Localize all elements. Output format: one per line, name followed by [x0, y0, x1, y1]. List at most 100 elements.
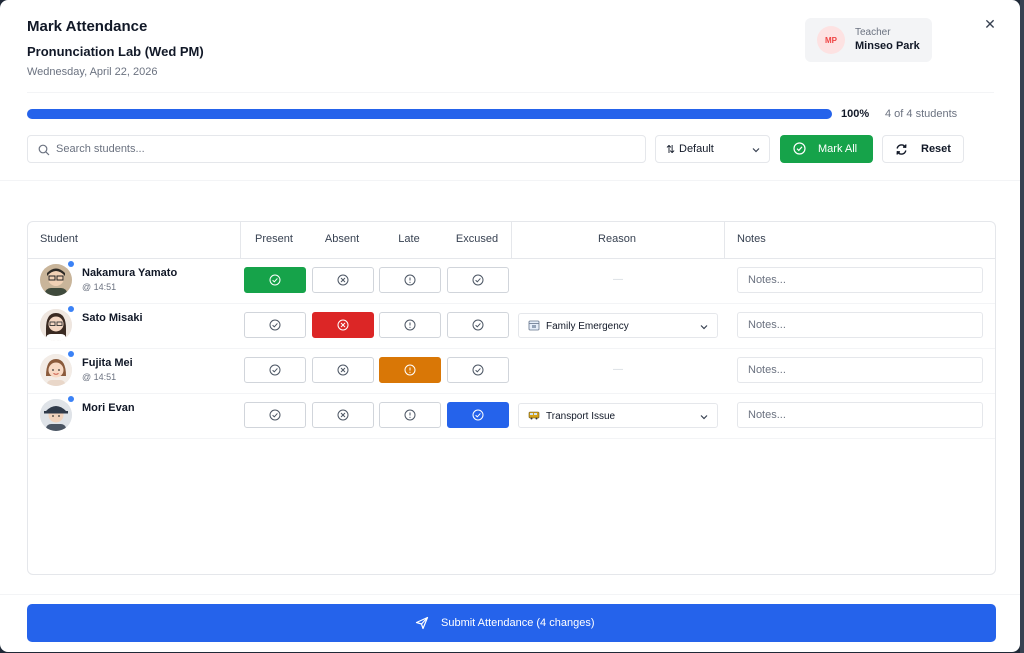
header-reason: Reason: [598, 233, 636, 245]
background-edge: [1020, 0, 1024, 653]
column-divider: [511, 222, 512, 258]
chevron-down-icon: [752, 148, 760, 153]
check-in-time: @ 14:51: [82, 282, 117, 292]
late-button[interactable]: [379, 357, 441, 383]
bus-icon: [528, 411, 540, 420]
avatar: [40, 264, 72, 296]
calendar-icon: [528, 320, 540, 331]
student-name: Fujita Mei: [82, 357, 133, 369]
send-icon: [415, 616, 429, 630]
notes-input[interactable]: [738, 313, 982, 337]
check-circle-icon: [269, 319, 281, 331]
notes-field: [737, 402, 983, 428]
reason-select[interactable]: Family Emergency: [518, 313, 718, 338]
notes-field: [737, 312, 983, 338]
check-circle-icon: [472, 409, 484, 421]
excused-button[interactable]: [447, 267, 509, 293]
mark-all-button[interactable]: Mark All: [780, 135, 873, 163]
sort-icon: ⇅: [666, 144, 676, 156]
sort-select[interactable]: ⇅ Default: [655, 135, 770, 163]
chevron-down-icon: [700, 325, 708, 330]
absent-button[interactable]: [312, 357, 374, 383]
sort-selected: Default: [679, 143, 714, 155]
alert-circle-icon: [404, 409, 416, 421]
x-circle-icon: [337, 364, 349, 376]
absent-button[interactable]: [312, 312, 374, 338]
x-circle-icon: [337, 319, 349, 331]
teacher-card: MP Teacher Minseo Park: [805, 18, 932, 62]
present-button[interactable]: [244, 402, 306, 428]
excused-button[interactable]: [447, 402, 509, 428]
absent-button[interactable]: [312, 267, 374, 293]
student-name: Sato Misaki: [82, 312, 143, 324]
close-icon[interactable]: ✕: [982, 16, 998, 32]
status-dot: [68, 306, 74, 312]
submit-attendance-button[interactable]: Submit Attendance (4 changes): [27, 604, 996, 642]
teacher-label: Teacher: [855, 27, 891, 38]
avatar: [40, 354, 72, 386]
reason-label: Transport Issue: [546, 411, 616, 422]
late-button[interactable]: [379, 402, 441, 428]
absent-button[interactable]: [312, 402, 374, 428]
excused-button[interactable]: [447, 357, 509, 383]
x-circle-icon: [337, 274, 349, 286]
present-button[interactable]: [244, 267, 306, 293]
check-circle-icon: [472, 364, 484, 376]
avatar: [40, 309, 72, 341]
alert-circle-icon: [404, 319, 416, 331]
column-divider: [240, 222, 241, 258]
modal-title: Mark Attendance: [27, 18, 148, 35]
session-date: Wednesday, April 22, 2026: [27, 66, 158, 78]
check-circle-icon: [269, 364, 281, 376]
progress-fill: [27, 109, 832, 119]
submit-label: Submit Attendance (4 changes): [441, 617, 595, 629]
check-circle-icon: [269, 274, 281, 286]
toolbar-divider: [0, 180, 1020, 181]
table-row: Nakamura Yamato @ 14:51 —: [28, 258, 995, 303]
search-box: [27, 135, 646, 163]
teacher-avatar: MP: [817, 26, 845, 54]
notes-input[interactable]: [738, 268, 982, 292]
attendance-modal: Mark Attendance Pronunciation Lab (Wed P…: [0, 0, 1020, 652]
notes-input[interactable]: [738, 403, 982, 427]
status-dot: [68, 396, 74, 402]
check-circle-icon: [472, 274, 484, 286]
present-button[interactable]: [244, 312, 306, 338]
student-name: Nakamura Yamato: [82, 267, 178, 279]
progress-percent: 100%: [841, 108, 870, 120]
check-circle-icon: [472, 319, 484, 331]
table-row: Fujita Mei @ 14:51 —: [28, 348, 995, 393]
modal-header: Mark Attendance: [27, 18, 147, 35]
header-absent: Absent: [324, 233, 360, 245]
teacher-name: Minseo Park: [855, 40, 920, 52]
mark-all-label: Mark All: [818, 143, 858, 155]
check-circle-icon: [793, 142, 806, 155]
progress-count: 4 of 4 students: [885, 108, 958, 120]
column-divider: [724, 222, 725, 258]
reason-empty: —: [613, 364, 623, 375]
present-button[interactable]: [244, 357, 306, 383]
excused-button[interactable]: [447, 312, 509, 338]
avatar: [40, 399, 72, 431]
x-circle-icon: [337, 409, 349, 421]
reason-empty: —: [613, 274, 623, 285]
chevron-down-icon: [700, 415, 708, 420]
reset-button[interactable]: Reset: [882, 135, 964, 163]
alert-circle-icon: [404, 364, 416, 376]
table-row: Mori Evan Transport Issue: [28, 393, 995, 438]
late-button[interactable]: [379, 267, 441, 293]
reason-label: Family Emergency: [546, 321, 629, 332]
late-button[interactable]: [379, 312, 441, 338]
class-name: Pronunciation Lab (Wed PM): [27, 44, 204, 59]
footer-divider: [0, 594, 1020, 595]
reason-select[interactable]: Transport Issue: [518, 403, 718, 428]
search-input[interactable]: [56, 140, 636, 158]
search-icon: [38, 144, 50, 156]
row-divider: [28, 438, 995, 439]
notes-field: [737, 267, 983, 293]
header-notes: Notes: [737, 233, 766, 245]
progress-bar: [27, 109, 832, 119]
notes-input[interactable]: [738, 358, 982, 382]
status-dot: [68, 261, 74, 267]
refresh-icon: [896, 144, 907, 155]
